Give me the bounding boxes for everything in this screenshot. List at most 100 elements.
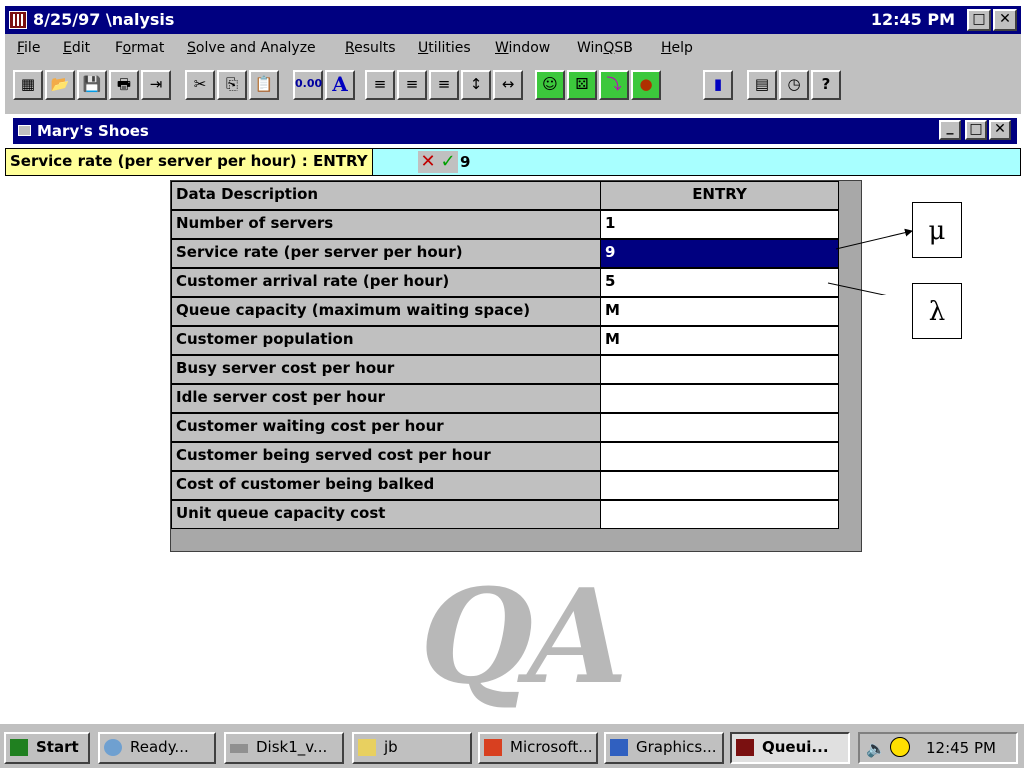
- table-row[interactable]: Idle server cost per hour: [171, 384, 839, 413]
- graphics-icon: [610, 739, 628, 756]
- lambda-arrow: [827, 282, 887, 295]
- copy-icon[interactable]: ⎘: [217, 70, 247, 100]
- doc-restore-button[interactable]: □: [965, 120, 987, 140]
- table-row[interactable]: Customer waiting cost per hour: [171, 413, 839, 442]
- mu-annotation: μ: [912, 202, 962, 258]
- lock-bag-icon[interactable]: ●: [631, 70, 661, 100]
- table-row[interactable]: Queue capacity (maximum waiting space) M: [171, 297, 839, 326]
- tray-clock: 12:45 PM: [926, 739, 996, 757]
- solve-person-icon[interactable]: ☺: [535, 70, 565, 100]
- entry-cell[interactable]: [601, 442, 839, 471]
- cancel-entry-icon[interactable]: ✕: [418, 151, 438, 173]
- table-row[interactable]: Busy server cost per hour: [171, 355, 839, 384]
- align-center-icon[interactable]: ≡: [397, 70, 427, 100]
- entry-cell[interactable]: M: [601, 297, 839, 326]
- entry-input[interactable]: 9: [460, 153, 470, 171]
- table-row[interactable]: Customer arrival rate (per hour) 5: [171, 268, 839, 297]
- row-description: Cost of customer being balked: [171, 471, 601, 500]
- cut-icon[interactable]: ✂: [185, 70, 215, 100]
- task-label: Ready...: [130, 738, 189, 756]
- restore-button[interactable]: □: [967, 9, 991, 31]
- align-left-icon[interactable]: ≡: [365, 70, 395, 100]
- app-title: 8/25/97 \nalysis: [33, 10, 175, 29]
- table-row[interactable]: Cost of customer being balked: [171, 471, 839, 500]
- document-title-bar[interactable]: Mary's Shoes _ □ ✕: [13, 118, 1017, 144]
- task-graphics[interactable]: Graphics...: [604, 732, 724, 764]
- entry-cell[interactable]: [601, 355, 839, 384]
- entry-cell[interactable]: M: [601, 326, 839, 355]
- simulate-dice-icon[interactable]: ⚄: [567, 70, 597, 100]
- menu-winqsb[interactable]: WinQSB: [577, 40, 633, 56]
- number-format-button[interactable]: 0.00: [293, 70, 323, 100]
- menu-format[interactable]: Format: [115, 40, 164, 56]
- accept-entry-icon[interactable]: ✓: [438, 151, 458, 173]
- entry-cell-label: Service rate (per server per hour) : ENT…: [6, 149, 373, 175]
- print-icon[interactable]: 🖶: [109, 70, 139, 100]
- menu-utilities[interactable]: Utilities: [418, 40, 471, 56]
- menu-results[interactable]: Results: [345, 40, 396, 56]
- document-icon: [18, 125, 31, 136]
- taskbar: Start Ready... Disk1_v... jb Microsoft..…: [0, 722, 1024, 768]
- grid-view-icon[interactable]: ▦: [13, 70, 43, 100]
- menu-window[interactable]: Window: [495, 40, 550, 56]
- exit-door-icon[interactable]: ⇥: [141, 70, 171, 100]
- menu-solve-and-analyze[interactable]: Solve and Analyze: [187, 40, 316, 56]
- lambda-annotation: λ: [912, 283, 962, 339]
- row-description: Customer arrival rate (per hour): [171, 268, 601, 297]
- entry-cell[interactable]: 9: [601, 239, 839, 268]
- task-microsoft[interactable]: Microsoft...: [478, 732, 598, 764]
- table-row[interactable]: Customer being served cost per hour: [171, 442, 839, 471]
- calculator-icon[interactable]: ▤: [747, 70, 777, 100]
- entry-cell[interactable]: 5: [601, 268, 839, 297]
- task-disk1[interactable]: Disk1_v...: [224, 732, 344, 764]
- winqsb-icon: [736, 739, 754, 756]
- bar-chart-icon[interactable]: ▮: [703, 70, 733, 100]
- task-jb[interactable]: jb: [352, 732, 472, 764]
- row-description: Idle server cost per hour: [171, 384, 601, 413]
- entry-bar: Service rate (per server per hour) : ENT…: [5, 148, 1021, 176]
- open-folder-icon[interactable]: 📂: [45, 70, 75, 100]
- drive-icon: [230, 744, 248, 753]
- table-row[interactable]: Number of servers 1: [171, 210, 839, 239]
- entry-cell[interactable]: [601, 471, 839, 500]
- start-button[interactable]: Start: [4, 732, 90, 764]
- align-right-icon[interactable]: ≡: [429, 70, 459, 100]
- app-title-bar[interactable]: 8/25/97 \nalysis 12:45 PM □ ✕: [5, 6, 1021, 34]
- doc-minimize-button[interactable]: _: [939, 120, 961, 140]
- table-row[interactable]: Customer population M: [171, 326, 839, 355]
- row-description: Queue capacity (maximum waiting space): [171, 297, 601, 326]
- menu-help[interactable]: Help: [661, 40, 693, 56]
- column-width-icon[interactable]: ↔: [493, 70, 523, 100]
- speaker-icon[interactable]: 🔈: [866, 739, 886, 758]
- folder-icon: [358, 739, 376, 756]
- task-ready[interactable]: Ready...: [98, 732, 216, 764]
- task-queuing[interactable]: Queui...: [730, 732, 850, 764]
- data-entry-grid: Data Description ENTRY Number of servers 1 S…: [170, 180, 862, 552]
- close-button[interactable]: ✕: [993, 9, 1017, 31]
- table-row[interactable]: Unit queue capacity cost: [171, 500, 839, 529]
- network-icon: [104, 739, 122, 756]
- save-disk-icon[interactable]: 💾: [77, 70, 107, 100]
- winqsb-app-icon[interactable]: [9, 11, 27, 29]
- column-header-entry: ENTRY: [601, 181, 839, 210]
- menu-file[interactable]: File: [17, 40, 40, 56]
- paste-icon[interactable]: 📋: [249, 70, 279, 100]
- graph-steps-icon[interactable]: ⤵: [599, 70, 629, 100]
- doc-close-button[interactable]: ✕: [989, 120, 1011, 140]
- font-button[interactable]: A: [325, 70, 355, 100]
- entry-cell[interactable]: 1: [601, 210, 839, 239]
- smiley-icon[interactable]: [890, 737, 910, 757]
- clock-icon[interactable]: ◷: [779, 70, 809, 100]
- row-description: Customer population: [171, 326, 601, 355]
- table-row[interactable]: Service rate (per server per hour) 9: [171, 239, 839, 268]
- help-question-icon[interactable]: ?: [811, 70, 841, 100]
- entry-cell[interactable]: [601, 413, 839, 442]
- row-height-icon[interactable]: ↕: [461, 70, 491, 100]
- document-title: Mary's Shoes: [37, 122, 149, 140]
- mu-arrow: [835, 228, 913, 250]
- menu-edit[interactable]: Edit: [63, 40, 90, 56]
- entry-cell[interactable]: [601, 384, 839, 413]
- task-label: Graphics...: [636, 738, 717, 756]
- start-label: Start: [36, 738, 79, 756]
- entry-cell[interactable]: [601, 500, 839, 529]
